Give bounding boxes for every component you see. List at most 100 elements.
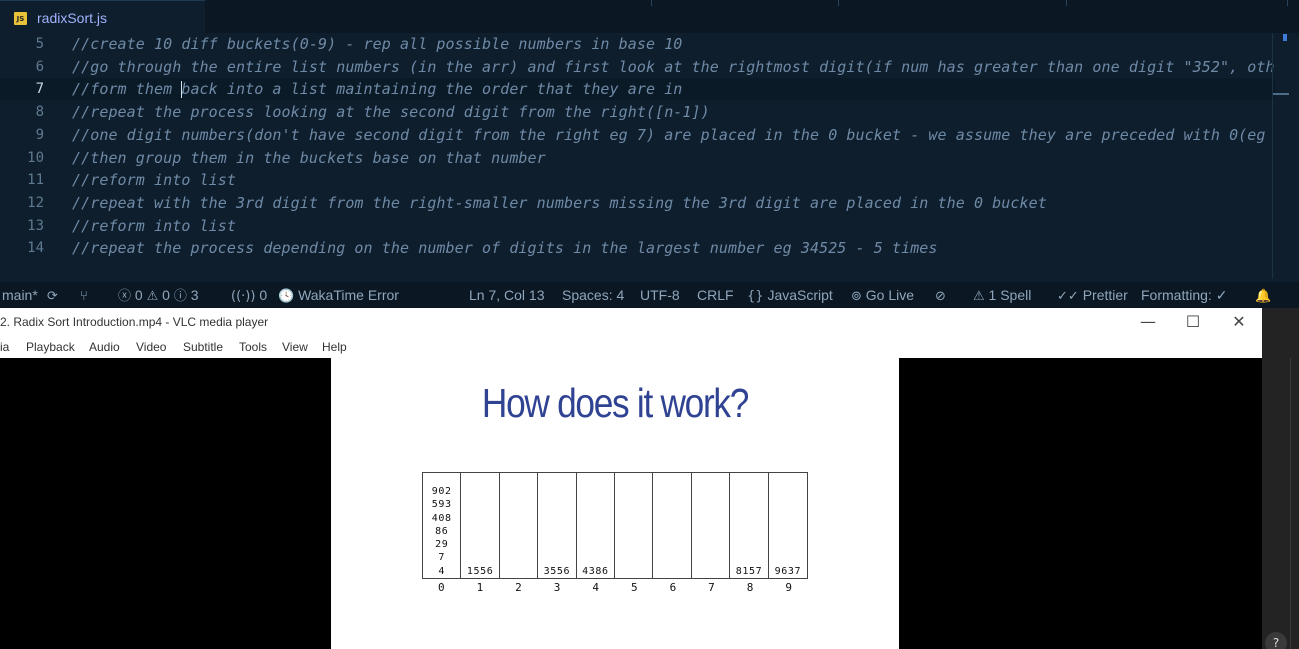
close-button[interactable]: ✕ (1224, 311, 1254, 335)
editor-scrollbar[interactable] (1272, 33, 1273, 279)
bucket-label: 6 (669, 581, 677, 594)
wakatime-label: WakaTime Error (298, 287, 399, 303)
desktop: JS radixSort.js 5 //create 10 diff bucket… (0, 0, 1299, 649)
language-mode[interactable]: {} JavaScript (747, 286, 833, 306)
tab-divider (651, 0, 652, 6)
bucket-label: 2 (515, 581, 522, 594)
bucket-9: 9637 (769, 473, 807, 578)
error-count: 0 (134, 287, 143, 303)
double-check-icon: ✓✓ (1057, 289, 1079, 304)
overview-ruler-marker (1283, 34, 1287, 41)
code-line[interactable]: 11 //reform into list (0, 169, 1275, 191)
problems-indicator[interactable]: ⓧ 0 ⚠ 0 ⓘ 3 (118, 286, 199, 306)
slide-title: How does it work? (481, 380, 749, 426)
bucket-number: 86 (435, 525, 449, 537)
bucket-number: 593 (431, 499, 452, 511)
background-window-edge (1262, 308, 1299, 649)
code-comment: //reform into list (72, 216, 236, 235)
code-editor[interactable]: 5 //create 10 diff buckets(0-9) - rep all… (0, 33, 1299, 279)
bucket-3: 3556 (538, 473, 577, 578)
code-comment: //then group them in the buckets base on… (72, 148, 546, 167)
wakatime-status[interactable]: 🕓 WakaTime Error (278, 286, 399, 306)
code-comment: //one digit numbers(don't have second di… (72, 125, 1266, 144)
help-icon[interactable]: ? (1265, 632, 1287, 649)
bucket-label: 3 (553, 581, 561, 594)
info-icon: ⓘ (173, 289, 187, 304)
bucket-label: 7 (708, 581, 715, 594)
bucket-label: 5 (630, 581, 638, 594)
end-of-line[interactable]: CRLF (697, 286, 734, 304)
bucket-label: 0 (437, 581, 445, 594)
code-line[interactable]: 7 //form them back into a list maintainin… (0, 78, 1275, 101)
menu-video[interactable]: Video (136, 340, 166, 354)
code-comment: //repeat the process looking at the seco… (72, 103, 710, 122)
ports-indicator[interactable]: ((·)) 0 (231, 286, 267, 306)
bucket-5 (615, 473, 654, 578)
info-count: 3 (190, 287, 199, 303)
bucket-items: 3556 (538, 565, 575, 578)
prettier-label: Prettier (1082, 287, 1128, 303)
spell-check[interactable]: ⚠ 1 Spell (973, 286, 1031, 306)
encoding[interactable]: UTF-8 (640, 286, 680, 304)
code-line[interactable]: 12 //repeat with the 3rd digit from the r… (0, 192, 1275, 214)
menu-view[interactable]: View (282, 340, 308, 354)
text-cursor (181, 81, 182, 99)
line-number: 14 (27, 240, 44, 257)
cursor-position[interactable]: Ln 7, Col 13 (469, 286, 545, 304)
code-line[interactable]: 14 //repeat the process depending on the … (0, 237, 1275, 259)
minimize-button[interactable]: — (1133, 311, 1163, 335)
go-live-button[interactable]: ⊚ Go Live (851, 286, 914, 306)
bucket-items: 4386 (577, 565, 614, 578)
code-comment: //repeat with the 3rd digit from the rig… (72, 193, 1047, 212)
bucket-2 (500, 473, 539, 578)
code-line[interactable]: 6 //go through the entire list numbers (i… (0, 56, 1275, 78)
line-number: 12 (27, 194, 44, 211)
tab-radixsort-js[interactable]: JS radixSort.js (0, 0, 205, 33)
git-branch[interactable]: main* (2, 286, 38, 304)
braces-icon: {} (747, 289, 764, 304)
video-area[interactable]: How does it work? 902 593 408 86 29 7 4 1556 355… (0, 358, 1262, 649)
tab-divider (838, 0, 839, 6)
code-line[interactable]: 10 //then group them in the buckets base … (0, 147, 1275, 169)
copilot-icon[interactable]: ⊘ (935, 286, 946, 306)
go-live-label: Go Live (865, 287, 915, 303)
spell-label: 1 Spell (988, 287, 1032, 303)
warning-icon: ⚠ (973, 289, 985, 304)
prettier-status[interactable]: ✓✓ Prettier (1057, 286, 1128, 306)
code-line[interactable]: 8 //repeat the process looking at the sec… (0, 101, 1275, 123)
formatting-status[interactable]: Formatting: ✓ (1141, 286, 1227, 304)
menu-help[interactable]: Help (322, 340, 347, 354)
tab-title: radixSort.js (37, 10, 108, 26)
line-number: 13 (27, 217, 44, 234)
menu-subtitle[interactable]: Subtitle (183, 340, 223, 354)
tab-divider (1287, 0, 1288, 6)
bucket-6 (653, 473, 692, 578)
menu-audio[interactable]: Audio (89, 340, 120, 354)
error-icon: ⓧ (118, 289, 132, 304)
bell-icon[interactable]: 🔔 (1255, 286, 1271, 306)
line-number: 9 (35, 126, 44, 143)
language-label: JavaScript (767, 287, 833, 303)
bucket-number: 9637 (774, 565, 802, 577)
bucket-number: 4 (438, 565, 446, 577)
sync-icon[interactable]: ⟳ (47, 286, 58, 306)
bucket-items: 902 593 408 86 29 7 4 (423, 485, 460, 578)
menu-playback[interactable]: Playback (26, 340, 75, 354)
editor-tab-bar: JS radixSort.js (0, 0, 1299, 33)
indentation[interactable]: Spaces: 4 (562, 286, 624, 304)
menu-tools[interactable]: Tools (239, 340, 267, 354)
vlc-window: 2. Radix Sort Introduction.mp4 - VLC med… (0, 308, 1262, 649)
code-line[interactable]: 13 //reform into list (0, 215, 1275, 237)
git-graph-icon[interactable]: ⑂ (80, 286, 88, 306)
status-bar: main* ⟳ ⑂ ⓧ 0 ⚠ 0 ⓘ 3 ((·)) 0 🕓 WakaTime… (0, 282, 1299, 308)
code-line[interactable]: 5 //create 10 diff buckets(0-9) - rep all… (0, 33, 1275, 55)
code-comment: //form them back into a list maintaining… (72, 80, 683, 99)
code-comment: //create 10 diff buckets(0-9) - rep all … (72, 35, 683, 53)
menu-media[interactable]: ia (0, 340, 9, 354)
code-line[interactable]: 9 //one digit numbers(don't have second d… (0, 124, 1275, 146)
maximize-button[interactable]: ☐ (1178, 311, 1208, 335)
clock-icon: 🕓 (278, 289, 295, 304)
broadcast-icon: ((·)) (231, 289, 256, 304)
bucket-label: 9 (785, 581, 792, 594)
bucket-label: 4 (592, 581, 599, 594)
